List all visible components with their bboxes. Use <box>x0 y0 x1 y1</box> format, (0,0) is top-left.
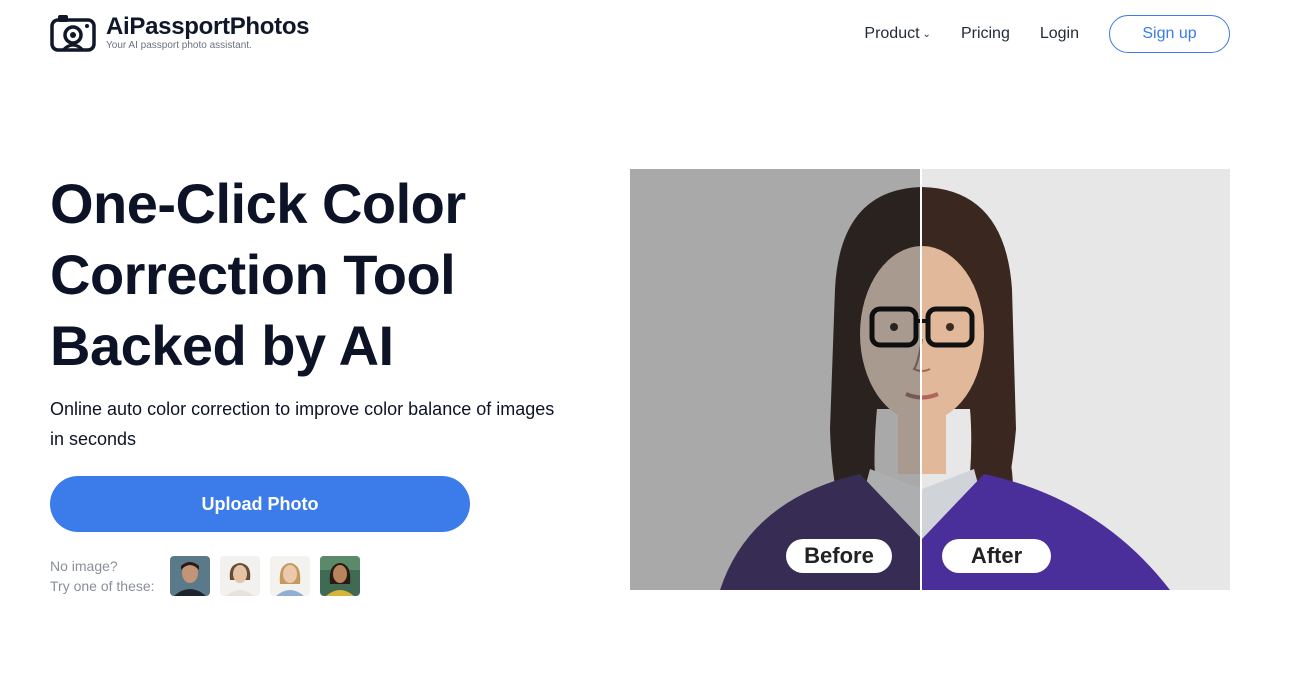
samples-label-line1: No image? <box>50 558 118 574</box>
main-nav: Product ⌄ Pricing Login Sign up <box>864 15 1230 53</box>
sample-photo-1[interactable] <box>170 556 210 596</box>
sample-photo-3[interactable] <box>270 556 310 596</box>
chevron-down-icon: ⌄ <box>922 28 931 40</box>
brand-name: AiPassportPhotos <box>106 13 310 40</box>
camera-icon <box>50 14 96 52</box>
nav-product[interactable]: Product ⌄ <box>864 25 931 43</box>
sample-photo-2[interactable] <box>220 556 260 596</box>
sample-thumbnails <box>170 556 370 596</box>
samples-label: No image? Try one of these: <box>50 556 155 596</box>
before-after-comparison[interactable]: .before-portrait .hair, .before-portrait… <box>630 169 1230 590</box>
nav-pricing[interactable]: Pricing <box>961 25 1010 43</box>
brand-logo[interactable]: AiPassportPhotos Your AI passport photo … <box>50 13 310 52</box>
after-badge: After <box>942 539 1051 573</box>
hero-subtitle: Online auto color correction to improve … <box>50 399 555 449</box>
samples-label-line2: Try one of these: <box>50 578 155 594</box>
hero-title: One-Click Color Correction Tool Backed b… <box>50 172 466 377</box>
signup-button[interactable]: Sign up <box>1109 15 1230 53</box>
brand-tagline: Your AI passport photo assistant. <box>106 40 252 51</box>
sample-photo-4[interactable] <box>320 556 360 596</box>
nav-product-label: Product <box>864 25 920 42</box>
before-badge: Before <box>786 539 892 573</box>
nav-login[interactable]: Login <box>1040 25 1079 43</box>
upload-photo-button[interactable]: Upload Photo <box>50 476 470 532</box>
